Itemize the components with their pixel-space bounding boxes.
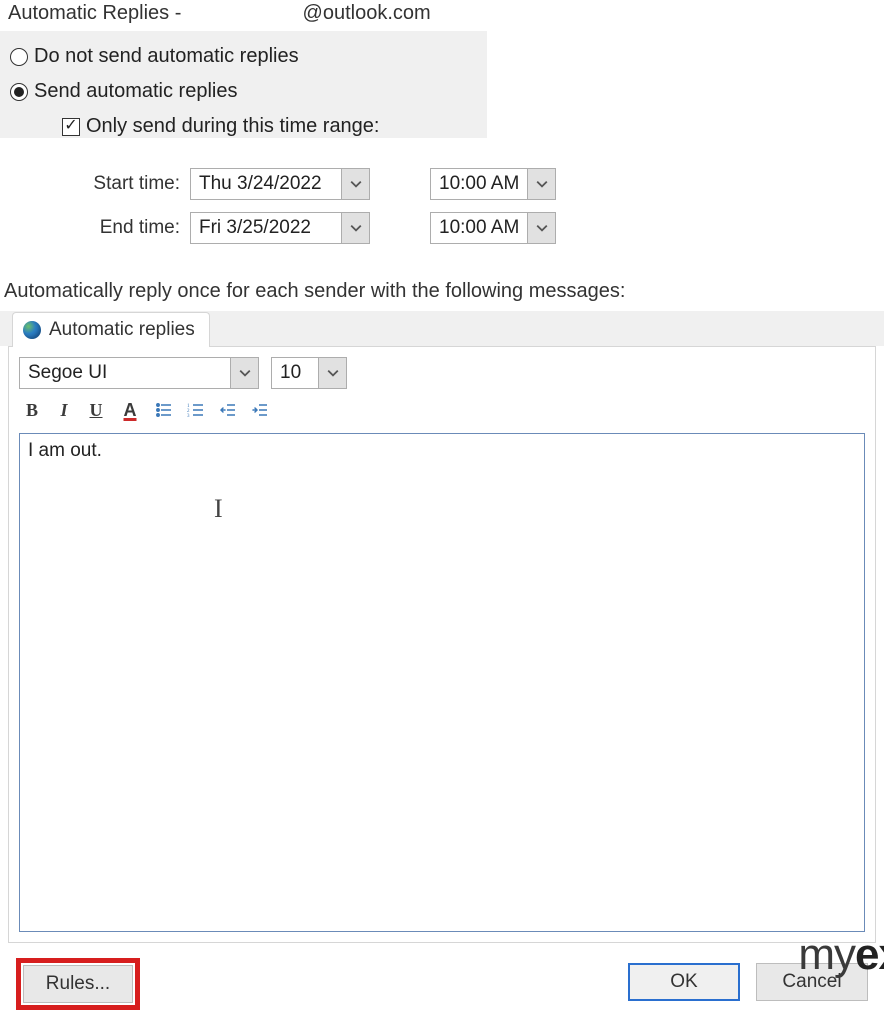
end-time-combo[interactable]: 10:00 AM: [430, 212, 556, 244]
start-time-label: Start time:: [80, 173, 190, 195]
underline-button[interactable]: U: [83, 397, 109, 423]
end-date-value: Fri 3/25/2022: [191, 214, 341, 242]
start-time-row: Start time: Thu 3/24/2022 10:00 AM: [0, 168, 884, 200]
chevron-down-icon[interactable]: [341, 169, 369, 199]
radio-do-not-send[interactable]: Do not send automatic replies: [10, 45, 477, 68]
checkbox-icon[interactable]: [62, 118, 80, 136]
rules-button[interactable]: Rules...: [23, 965, 133, 1003]
chevron-down-icon[interactable]: [527, 213, 555, 243]
rules-highlight-box: Rules...: [16, 958, 140, 1010]
message-body-text: I am out.: [28, 440, 102, 461]
chevron-down-icon[interactable]: [230, 358, 258, 388]
numbered-list-button[interactable]: 1 2 3: [183, 397, 209, 423]
outdent-button[interactable]: [215, 397, 241, 423]
bullet-list-button[interactable]: [151, 397, 177, 423]
radio-icon[interactable]: [10, 83, 28, 101]
radio-do-not-send-label: Do not send automatic replies: [34, 45, 299, 68]
italic-button[interactable]: I: [51, 397, 77, 423]
tab-automatic-replies[interactable]: Automatic replies: [12, 312, 210, 347]
end-date-combo[interactable]: Fri 3/25/2022: [190, 212, 370, 244]
radio-send[interactable]: Send automatic replies: [10, 80, 477, 103]
title-prefix: Automatic Replies -: [8, 2, 181, 24]
checkbox-time-range[interactable]: Only send during this time range:: [62, 115, 477, 138]
start-time-value: 10:00 AM: [431, 170, 527, 198]
message-body-editor[interactable]: I am out. I: [19, 433, 865, 932]
bold-button[interactable]: B: [19, 397, 45, 423]
ok-button[interactable]: OK: [628, 963, 740, 1001]
end-time-label: End time:: [80, 217, 190, 239]
font-name-combo[interactable]: Segoe UI: [19, 357, 259, 389]
svg-text:3: 3: [187, 414, 190, 419]
tabstrip: Automatic replies: [0, 311, 884, 346]
indent-button[interactable]: [247, 397, 273, 423]
radio-send-label: Send automatic replies: [34, 80, 237, 103]
end-time-value: 10:00 AM: [431, 214, 527, 242]
font-name-value: Segoe UI: [20, 359, 230, 387]
button-bar: Rules... OK Cancel: [0, 956, 884, 1008]
editor-area: Segoe UI 10 B I U A 1 2: [8, 346, 876, 943]
font-size-combo[interactable]: 10: [271, 357, 347, 389]
chevron-down-icon[interactable]: [527, 169, 555, 199]
options-panel: Do not send automatic replies Send autom…: [0, 31, 487, 138]
window-title: Automatic Replies - @outlook.com: [0, 0, 884, 31]
radio-icon[interactable]: [10, 48, 28, 66]
start-time-combo[interactable]: 10:00 AM: [430, 168, 556, 200]
start-date-value: Thu 3/24/2022: [191, 170, 341, 198]
tab-label: Automatic replies: [49, 319, 195, 341]
text-cursor-icon: I: [214, 494, 223, 524]
globe-icon: [23, 321, 41, 339]
cancel-button[interactable]: Cancel: [756, 963, 868, 1001]
chevron-down-icon[interactable]: [341, 213, 369, 243]
title-email-domain: @outlook.com: [303, 2, 431, 24]
info-label: Automatically reply once for each sender…: [4, 280, 880, 303]
chevron-down-icon[interactable]: [318, 358, 346, 388]
font-color-button[interactable]: A: [115, 397, 145, 423]
start-date-combo[interactable]: Thu 3/24/2022: [190, 168, 370, 200]
font-size-value: 10: [272, 359, 318, 387]
end-time-row: End time: Fri 3/25/2022 10:00 AM: [0, 212, 884, 244]
checkbox-time-range-label: Only send during this time range:: [86, 115, 380, 138]
